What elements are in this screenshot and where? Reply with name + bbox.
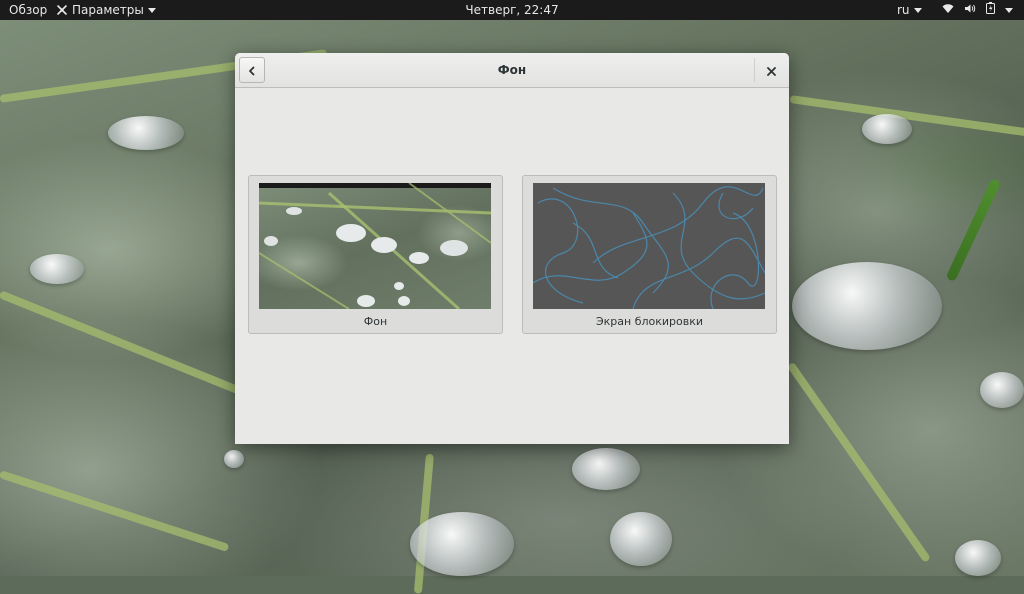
water-drop <box>30 254 84 284</box>
system-menu-button[interactable] <box>942 0 1013 20</box>
lock-screen-preview <box>533 183 765 309</box>
lock-screen-pattern <box>533 186 765 309</box>
background-card-label: Фон <box>363 315 388 328</box>
chevron-down-icon <box>913 7 922 13</box>
close-icon <box>766 61 776 80</box>
lock-screen-card-label: Экран блокировки <box>595 315 704 328</box>
water-drop <box>610 512 672 566</box>
wifi-icon <box>942 0 954 20</box>
header-bar: Фон <box>235 53 789 88</box>
background-preview <box>259 183 491 309</box>
water-drop <box>224 450 244 468</box>
leaf-vein <box>786 361 931 563</box>
close-button[interactable] <box>759 58 783 82</box>
window-title: Фон <box>497 63 527 77</box>
volume-icon <box>964 0 976 20</box>
language-label: ru <box>897 3 910 17</box>
battery-icon <box>986 0 995 20</box>
keyboard-layout-button[interactable]: ru <box>897 0 922 20</box>
preview-leaf-veins <box>259 183 491 309</box>
background-settings-window: Фон Фон Экран блокировки <box>235 53 789 444</box>
grass-blade <box>945 178 1002 283</box>
water-drop <box>980 372 1024 408</box>
leaf-vein <box>0 290 243 396</box>
header-separator <box>754 58 755 82</box>
water-drop <box>862 114 912 144</box>
background-card[interactable]: Фон <box>248 175 503 334</box>
water-drop <box>108 116 184 150</box>
lock-screen-card[interactable]: Экран блокировки <box>522 175 777 334</box>
water-drop <box>572 448 640 490</box>
top-bar: Обзор Параметры Четверг, 22:47 ru <box>0 0 1024 20</box>
chevron-down-icon <box>1005 7 1013 13</box>
clock[interactable]: Четверг, 22:47 <box>0 0 1024 20</box>
leaf-vein <box>0 470 230 552</box>
water-drop <box>792 262 942 350</box>
water-drop <box>955 540 1001 576</box>
clock-label: Четверг, 22:47 <box>465 3 559 17</box>
water-drop <box>410 512 514 576</box>
